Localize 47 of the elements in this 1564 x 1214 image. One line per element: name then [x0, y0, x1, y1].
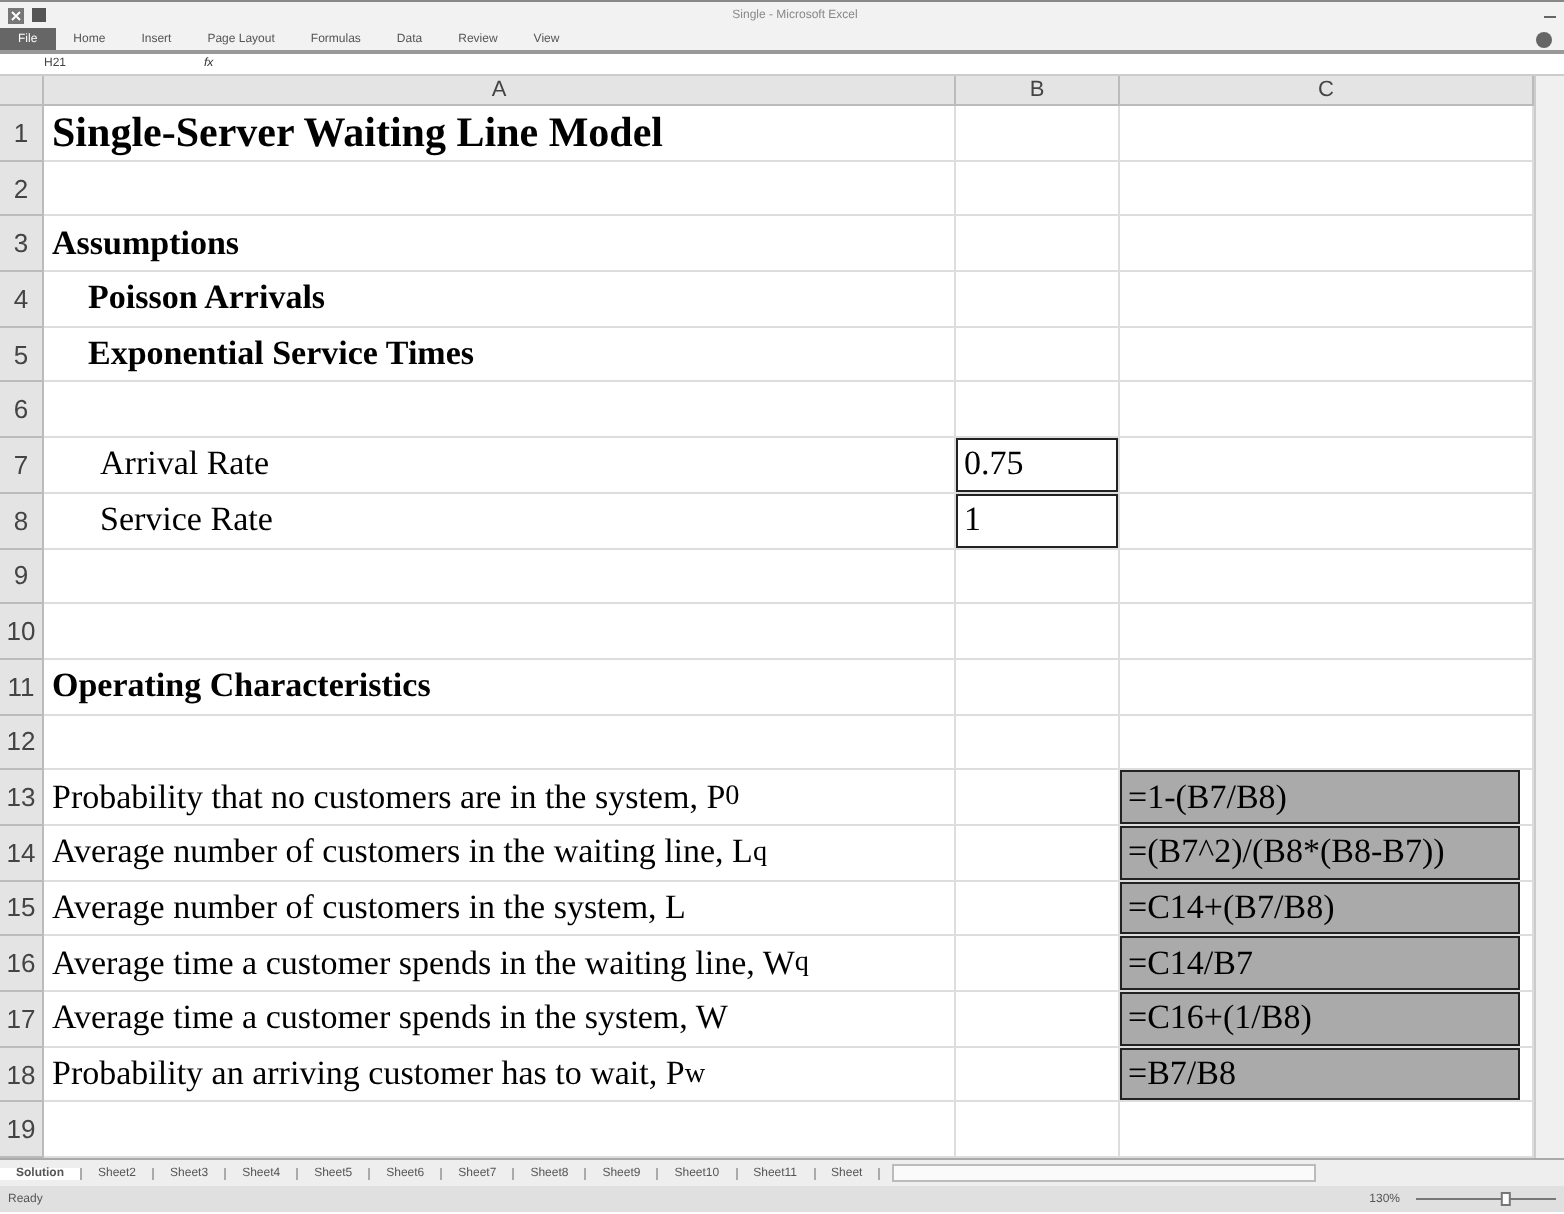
row-header: 14 [0, 825, 44, 882]
row-header: 10 [0, 604, 44, 660]
row-header: 15 [0, 881, 44, 937]
row-header: 18 [0, 1047, 44, 1103]
table-cell: Single-Server Waiting Line Model [44, 106, 956, 162]
table-cell: Assumptions [44, 216, 956, 273]
help-icon [1536, 31, 1552, 47]
row-header: 16 [0, 936, 44, 992]
row-header: 12 [0, 715, 44, 771]
formula-cell: =B7/B8 [1120, 1047, 1520, 1101]
row-header: 3 [0, 216, 44, 273]
input-cell: 0.75 [956, 438, 1118, 492]
table-cell: Average number of customers in the system, L [44, 881, 956, 937]
zoom-slider[interactable] [1416, 1192, 1556, 1207]
formula-cell: =(B7^2)/(B8*(B8-B7)) [1120, 825, 1520, 880]
row-header: 6 [0, 382, 44, 439]
column-header: B [956, 76, 1120, 106]
column-header: C [1120, 76, 1534, 106]
row-header: 19 [0, 1102, 44, 1159]
row-header: 11 [0, 659, 44, 716]
formula-cell: =C14+(B7/B8) [1120, 881, 1520, 935]
table-cell: Poisson Arrivals [44, 272, 956, 328]
row-header: 9 [0, 549, 44, 605]
column-header: A [44, 76, 956, 106]
row-header: 13 [0, 770, 44, 826]
row-header: 1 [0, 106, 44, 162]
row-header: 2 [0, 161, 44, 217]
table-cell: Operating Characteristics [44, 659, 956, 716]
row-header: 4 [0, 272, 44, 328]
excel-icon [8, 7, 24, 23]
table-cell: Exponential Service Times [44, 327, 956, 383]
formula-cell: =C14/B7 [1120, 936, 1520, 990]
formula-cell: =1-(B7/B8) [1120, 770, 1520, 824]
formula-cell: =C16+(1/B8) [1120, 992, 1520, 1046]
vertical-scrollbar[interactable] [1534, 76, 1564, 1159]
horizontal-scrollbar[interactable] [892, 1164, 1317, 1183]
table-cell: Average time a customer spends in the system, W [44, 992, 956, 1048]
row-header: 17 [0, 992, 44, 1048]
table-cell: Service Rate [44, 493, 956, 549]
row-header: 8 [0, 493, 44, 549]
select-all-corner [0, 76, 44, 106]
row-header: 7 [0, 438, 44, 494]
input-cell: 1 [956, 493, 1118, 547]
save-icon [32, 8, 46, 22]
table-cell: Arrival Rate [44, 438, 956, 494]
slider-thumb[interactable] [1500, 1192, 1511, 1207]
row-header: 5 [0, 327, 44, 383]
